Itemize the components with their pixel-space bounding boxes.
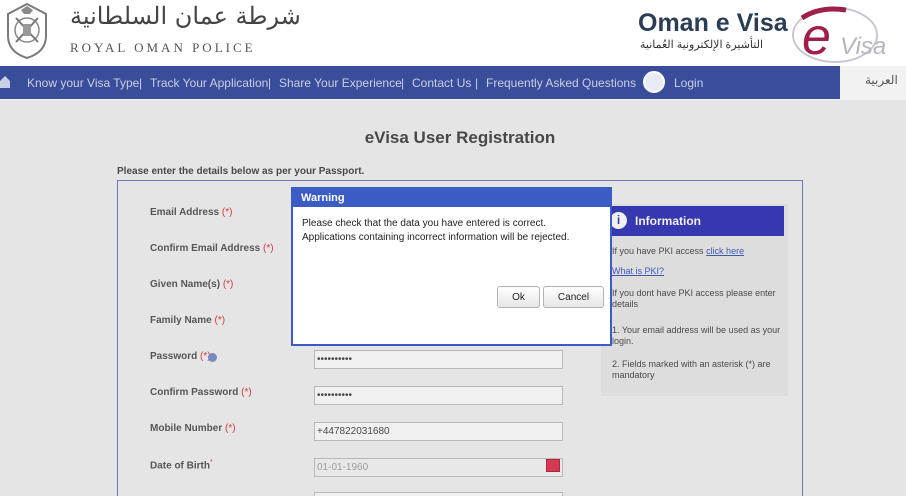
evisa-logo-letter: e [802,8,831,64]
language-arabic-link[interactable]: العربية [865,73,898,87]
user-icon[interactable] [643,71,665,93]
dialog-title: Warning [293,189,610,207]
cancel-button[interactable]: Cancel [543,286,604,308]
evisa-arabic-title: التأشيرة الإلكترونية العُمانية [640,39,763,51]
warning-dialog: Warning Please check that the data you h… [291,187,612,346]
nav-contact-us[interactable]: Contact Us [412,76,471,90]
rop-english-name: ROYAL OMAN POLICE [70,40,256,55]
nav-separator: | [401,76,405,90]
main-nav: Know your Visa Type | Track Your Applica… [0,66,840,99]
dialog-message-line-1: Please check that the data you have ente… [302,218,547,229]
home-icon[interactable] [0,76,10,88]
dialog-message: Please check that the data you have ente… [302,217,602,245]
nav-faq[interactable]: Frequently Asked Questions [486,76,636,90]
evisa-title: Oman e Visa [638,9,788,37]
nav-separator: | [268,76,272,90]
evisa-logo-icon: e Visa [792,6,886,64]
svg-text:Visa: Visa [840,33,886,60]
dialog-message-line-2: Applications containing incorrect inform… [302,232,570,243]
ok-button[interactable]: Ok [497,286,540,308]
nav-share-experience[interactable]: Share Your Experience [279,76,402,90]
royal-oman-police-emblem-icon [7,2,47,60]
nav-track-application[interactable]: Track Your Application [150,76,268,90]
nav-separator: | [475,76,479,90]
rop-arabic-name: شرطة عمان السلطانية [70,2,301,30]
nav-separator: | [139,76,143,90]
site-header: شرطة عمان السلطانية ROYAL OMAN POLICE Om… [0,0,906,66]
nav-login[interactable]: Login [674,76,703,90]
nav-know-visa-type[interactable]: Know your Visa Type [27,76,139,90]
